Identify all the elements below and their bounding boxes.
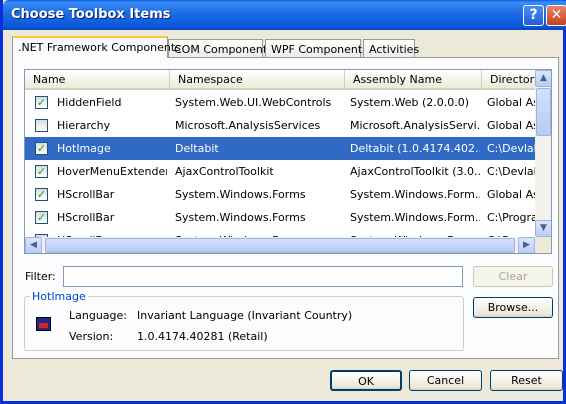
tab-activities[interactable]: Activities <box>363 39 419 58</box>
scrollbar-corner <box>535 237 551 253</box>
scroll-left-icon[interactable]: ◀ <box>25 237 42 253</box>
cell-directory: Global Assembly Cache <box>487 119 535 132</box>
vertical-scroll-thumb[interactable] <box>536 88 551 136</box>
filter-input[interactable] <box>63 266 463 287</box>
scroll-right-icon[interactable]: ▶ <box>518 237 535 253</box>
tab-label: COM Components <box>174 43 273 56</box>
reset-button[interactable]: Reset <box>490 370 563 391</box>
cell-assembly: Microsoft.AnalysisServi... <box>350 119 480 132</box>
cancel-button[interactable]: Cancel <box>409 370 482 391</box>
components-list[interactable]: Name Namespace Assembly Name Directory ✓… <box>24 69 552 254</box>
scroll-down-icon[interactable]: ▼ <box>535 220 551 237</box>
version-value: 1.0.4174.40281 (Retail) <box>137 330 268 343</box>
vertical-scrollbar[interactable]: ▲ ▼ <box>535 70 551 237</box>
horizontal-scrollbar[interactable]: ◀ ▶ <box>25 237 535 253</box>
row-checkbox[interactable]: ✓ <box>35 142 48 155</box>
cell-assembly: System.Windows.Form... <box>350 188 480 201</box>
cell-directory: C:\Devlab <box>487 142 535 155</box>
dialog-window: Choose Toolbox Items ? ✕ .NET Framework … <box>0 0 566 404</box>
cell-directory: C:\Devlab <box>487 165 535 178</box>
language-label: Language: <box>69 309 127 322</box>
cell-assembly: AjaxControlToolkit (3.0... <box>350 165 480 178</box>
cell-directory: C:\Program Files <box>487 211 535 224</box>
window-title: Choose Toolbox Items <box>11 7 171 22</box>
close-button[interactable]: ✕ <box>546 5 566 26</box>
help-button[interactable]: ? <box>523 5 544 26</box>
row-checkbox[interactable]: ✓ <box>35 211 48 224</box>
cell-namespace: System.Web.UI.WebControls <box>175 96 332 109</box>
cell-namespace: System.Windows.Forms <box>175 211 306 224</box>
title-bar[interactable]: Choose Toolbox Items ? ✕ <box>3 0 566 30</box>
cell-name: HScrollBar <box>57 211 115 224</box>
cell-assembly: Deltabit (1.0.4174.402... <box>350 142 480 155</box>
cell-namespace: Microsoft.AnalysisServices <box>175 119 321 132</box>
details-group-title: HotImage <box>30 290 88 303</box>
cell-namespace: System.Windows.Forms <box>175 188 306 201</box>
row-checkbox[interactable] <box>35 119 48 132</box>
cell-namespace: AjaxControlToolkit <box>175 165 274 178</box>
row-checkbox[interactable]: ✓ <box>35 188 48 201</box>
scroll-up-icon[interactable]: ▲ <box>535 70 551 87</box>
filter-label: Filter: <box>25 270 56 283</box>
tab-label: Activities <box>369 43 420 56</box>
horizontal-scroll-thumb[interactable] <box>45 238 515 253</box>
column-header-assembly-name[interactable]: Assembly Name <box>345 70 482 88</box>
cell-assembly: System.Windows.Form... <box>350 211 480 224</box>
version-label: Version: <box>69 330 114 343</box>
browse-button[interactable]: Browse... <box>473 297 553 318</box>
component-icon <box>36 317 51 331</box>
column-header-directory[interactable]: Directory <box>482 70 535 88</box>
ok-button[interactable]: OK <box>330 370 402 391</box>
clear-button[interactable]: Clear <box>473 266 553 287</box>
language-value: Invariant Language (Invariant Country) <box>137 309 353 322</box>
table-row[interactable]: Hierarchy Microsoft.AnalysisServices Mic… <box>25 114 535 137</box>
row-checkbox[interactable]: ✓ <box>35 96 48 109</box>
tab-com-components[interactable]: COM Components <box>168 39 273 58</box>
cell-name: HotImage <box>57 142 111 155</box>
list-header: Name Namespace Assembly Name Directory <box>25 70 535 90</box>
cell-directory: Global Assembly Cache <box>487 96 535 109</box>
tab-label: .NET Framework Components <box>18 41 181 54</box>
cell-name: Hierarchy <box>57 119 111 132</box>
table-row[interactable]: ✓ HScrollBar System.Windows.Forms System… <box>25 206 535 229</box>
tab-net-framework-components[interactable]: .NET Framework Components <box>12 36 181 58</box>
tab-label: WPF Components <box>271 43 368 56</box>
cell-directory: Global Assembly Cache <box>487 188 535 201</box>
tab-wpf-components[interactable]: WPF Components <box>265 39 368 58</box>
table-row[interactable]: ✓ HScrollBar System.Windows.Forms System… <box>25 183 535 206</box>
cell-name: HiddenField <box>57 96 122 109</box>
cell-namespace: Deltabit <box>175 142 219 155</box>
column-header-name[interactable]: Name <box>25 70 170 88</box>
table-row[interactable]: ✓ HoverMenuExtender AjaxControlToolkit A… <box>25 160 535 183</box>
column-header-namespace[interactable]: Namespace <box>170 70 345 88</box>
cell-name: HScrollBar <box>57 188 115 201</box>
cell-assembly: System.Web (2.0.0.0) <box>350 96 470 109</box>
table-row-selected[interactable]: ✓ HotImage Deltabit Deltabit (1.0.4174.4… <box>25 137 535 160</box>
table-row[interactable]: ✓ HiddenField System.Web.UI.WebControls … <box>25 91 535 114</box>
cell-name: HoverMenuExtender <box>57 165 167 178</box>
row-checkbox[interactable]: ✓ <box>35 165 48 178</box>
